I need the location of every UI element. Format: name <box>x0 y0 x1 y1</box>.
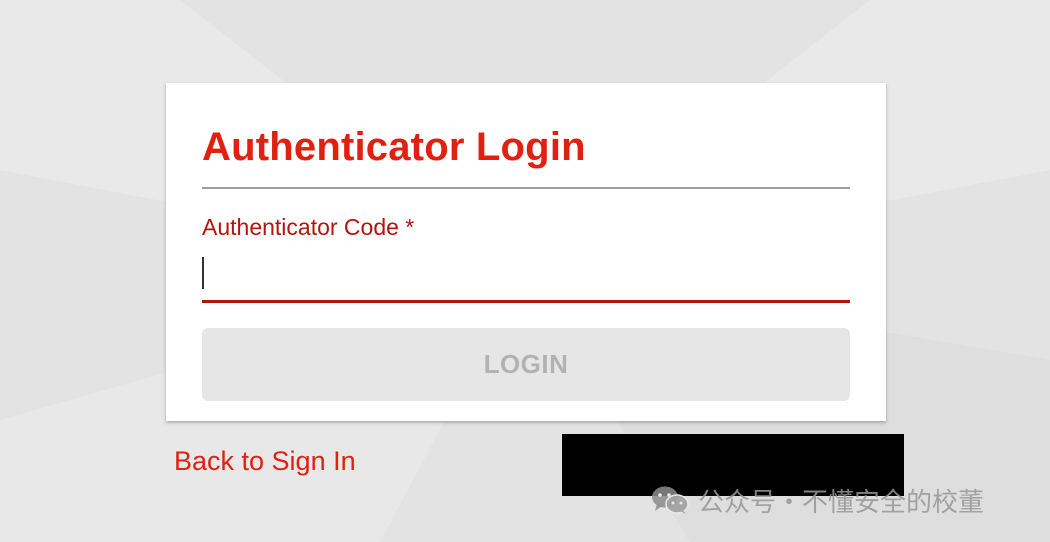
page-title: Authenticator Login <box>202 125 586 169</box>
login-button[interactable]: LOGIN <box>202 328 850 401</box>
text-cursor <box>202 257 204 289</box>
watermark-text: 公众号・不懂安全的校董 <box>698 487 985 518</box>
title-divider <box>202 187 850 189</box>
authenticator-code-input[interactable] <box>202 251 850 303</box>
back-to-sign-in-link[interactable]: Back to Sign In <box>174 443 356 479</box>
authenticator-code-label: Authenticator Code * <box>202 214 415 240</box>
wechat-icon <box>652 486 689 514</box>
login-card: Authenticator Login Authenticator Code *… <box>166 83 886 421</box>
watermark: 公众号・不懂安全的校董 <box>650 482 984 518</box>
